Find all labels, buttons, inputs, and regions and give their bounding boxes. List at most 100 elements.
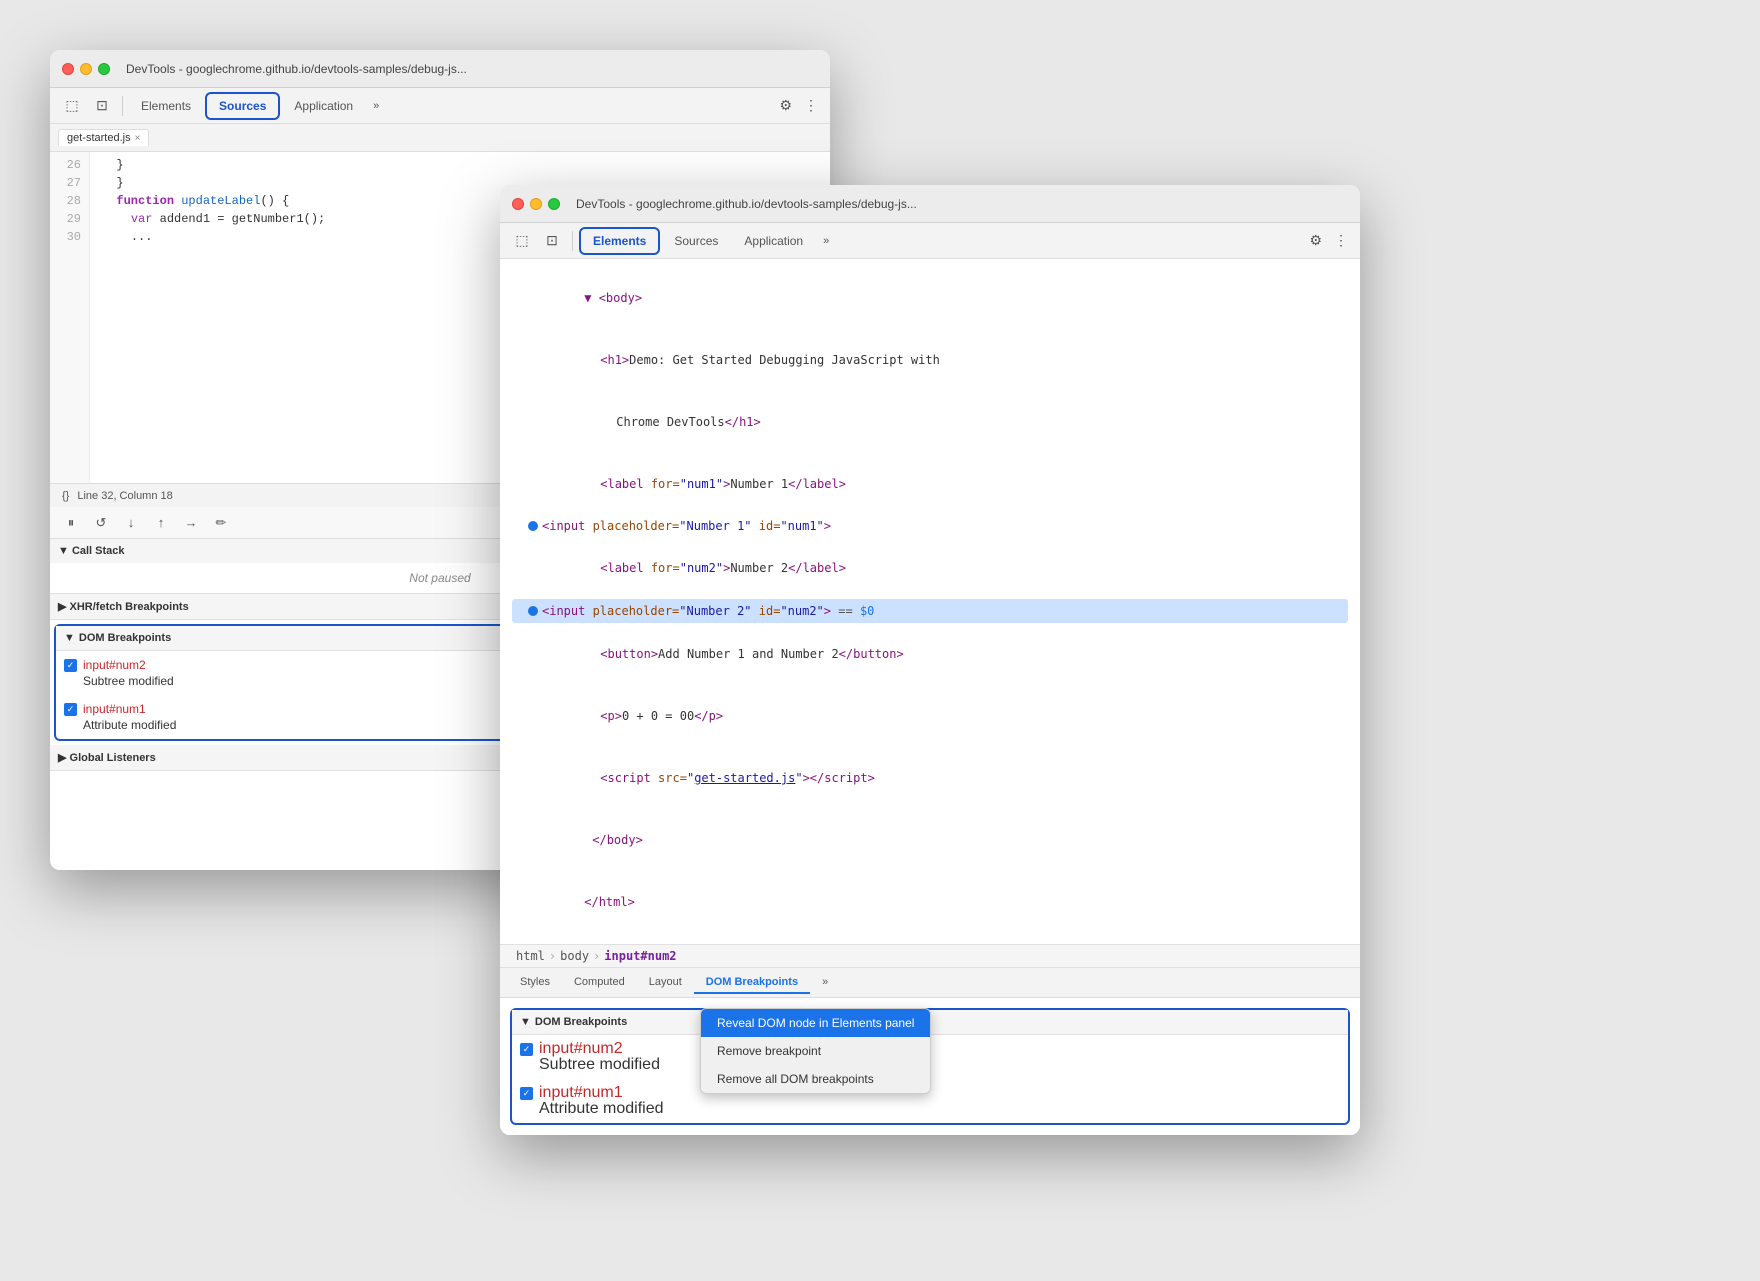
main-content-front: ▼ <body> <h1>Demo: Get Started Debugging… — [500, 259, 1360, 1135]
tab-sources-front[interactable]: Sources — [662, 227, 730, 255]
html-tree-front: ▼ <body> <h1>Demo: Get Started Debugging… — [500, 259, 1360, 944]
bp-desc-bottom-1: Attribute modified — [539, 1101, 664, 1117]
context-menu-item-remove[interactable]: Remove breakpoint — [701, 1037, 930, 1065]
step-over-btn[interactable]: ↺ — [88, 510, 114, 536]
tab-dom-breakpoints[interactable]: DOM Breakpoints — [694, 972, 810, 994]
gear-icon-back[interactable]: ⚙ — [773, 93, 798, 118]
bp-desc-bottom-0: Subtree modified — [539, 1057, 660, 1073]
tab-more-bottom[interactable]: » — [810, 972, 840, 994]
step-btn[interactable]: → — [178, 510, 204, 536]
titlebar-front: DevTools - googlechrome.github.io/devtoo… — [500, 185, 1360, 223]
html-input-num2[interactable]: <input placeholder="Number 2" id="num2">… — [512, 599, 1348, 623]
bp-text-bottom-1: input#num1 Attribute modified — [539, 1085, 664, 1117]
inspect-icon-btn-front[interactable]: ⬚ — [508, 227, 536, 255]
context-menu-remove-all-label: Remove all DOM breakpoints — [717, 1072, 874, 1086]
breadcrumb-bar: html › body › input#num2 — [500, 944, 1360, 968]
tab-bar-back: ⬚ ⊡ Elements Sources Application » ⚙ ⋮ — [50, 88, 830, 124]
bp-selector-1-back: input#num1 — [83, 702, 146, 716]
maximize-traffic-light[interactable] — [98, 63, 110, 75]
dom-bp-arrow: ▼ — [64, 632, 75, 644]
breakpoint-dot-num1 — [528, 521, 538, 531]
html-button: <button>Add Number 1 and Number 2</butto… — [512, 623, 1348, 685]
maximize-traffic-light-front[interactable] — [548, 198, 560, 210]
breadcrumb-html[interactable]: html — [512, 949, 549, 963]
bp-checkbox-0-back[interactable]: ✓ — [64, 659, 77, 672]
context-menu-item-reveal[interactable]: Reveal DOM node in Elements panel — [701, 1009, 930, 1037]
html-close-body: </body> — [512, 809, 1348, 871]
not-paused-text: Not paused — [409, 571, 470, 585]
close-traffic-light-front[interactable] — [512, 198, 524, 210]
tab-layout[interactable]: Layout — [637, 972, 694, 994]
dom-bp-label-back: DOM Breakpoints — [79, 632, 171, 644]
file-tabs-back: get-started.js × — [50, 124, 830, 152]
context-menu: Reveal DOM node in Elements panel Remove… — [700, 1008, 931, 1094]
step-out-btn[interactable]: ↑ — [148, 510, 174, 536]
deactivate-btn[interactable]: ✏ — [208, 510, 234, 536]
inspect-icon-btn-back[interactable]: ⬚ — [58, 92, 86, 120]
context-menu-reveal-label: Reveal DOM node in Elements panel — [717, 1016, 914, 1030]
titlebar-back: DevTools - googlechrome.github.io/devtoo… — [50, 50, 830, 88]
html-input-num1: <input placeholder="Number 1" id="num1"> — [512, 515, 1348, 537]
dots-icon-back[interactable]: ⋮ — [800, 93, 822, 118]
bp-checkbox-1-back[interactable]: ✓ — [64, 703, 77, 716]
breadcrumb-body[interactable]: body — [556, 949, 593, 963]
global-listeners-label: ▶ Global Listeners — [58, 751, 156, 764]
bottom-tab-bar: Styles Computed Layout DOM Breakpoints » — [500, 968, 1360, 998]
bp-text-0-back: input#num2 Subtree modified — [83, 657, 174, 689]
bp-selector-bottom-0: input#num2 — [539, 1040, 623, 1057]
status-text-back: Line 32, Column 18 — [77, 490, 172, 502]
step-into-btn[interactable]: ↓ — [118, 510, 144, 536]
tab-elements-front[interactable]: Elements — [579, 227, 660, 255]
pause-btn[interactable]: ⏸ — [58, 510, 84, 536]
bp-selector-bottom-1: input#num1 — [539, 1084, 623, 1101]
bp-checkbox-bottom-1[interactable]: ✓ — [520, 1087, 533, 1100]
bp-text-bottom-0: input#num2 Subtree modified — [539, 1041, 660, 1073]
bp-checkbox-bottom-0[interactable]: ✓ — [520, 1043, 533, 1056]
traffic-lights-front — [512, 198, 560, 210]
file-tab-back[interactable]: get-started.js × — [58, 129, 149, 146]
html-h1-cont: Chrome DevTools</h1> — [512, 391, 1348, 453]
dom-bp-bottom-label: DOM Breakpoints — [535, 1016, 627, 1028]
html-p: <p>0 + 0 = 00</p> — [512, 685, 1348, 747]
html-h1: <h1>Demo: Get Started Debugging JavaScri… — [512, 329, 1348, 391]
dots-icon-front[interactable]: ⋮ — [1330, 228, 1352, 253]
tab-sources-back[interactable]: Sources — [205, 92, 280, 120]
minimize-traffic-light[interactable] — [80, 63, 92, 75]
close-traffic-light[interactable] — [62, 63, 74, 75]
html-body-tag: ▼ <body> — [512, 267, 1348, 329]
bp-selector-0-back: input#num2 — [83, 658, 146, 672]
tab-elements-back[interactable]: Elements — [129, 92, 203, 120]
context-menu-remove-label: Remove breakpoint — [717, 1044, 821, 1058]
traffic-lights-back — [62, 63, 110, 75]
xhr-label: ▶ XHR/fetch Breakpoints — [58, 600, 189, 613]
window-title-back: DevTools - googlechrome.github.io/devtoo… — [126, 62, 467, 76]
dom-bp-bottom-arrow: ▼ — [520, 1016, 531, 1028]
tab-bar-front: ⬚ ⊡ Elements Sources Application » ⚙ ⋮ — [500, 223, 1360, 259]
bp-desc-1-back: Attribute modified — [83, 717, 176, 733]
gear-icon-front[interactable]: ⚙ — [1303, 228, 1328, 253]
html-label-num2: <label for="num2">Number 2</label> — [512, 537, 1348, 599]
tab-more-front[interactable]: » — [817, 235, 835, 247]
file-tab-name-back: get-started.js — [67, 132, 131, 144]
html-close-html: </html> — [512, 871, 1348, 933]
tab-application-back[interactable]: Application — [282, 92, 365, 120]
file-tab-close-back[interactable]: × — [135, 133, 141, 144]
devtools-panel-front: ⬚ ⊡ Elements Sources Application » ⚙ ⋮ ▼… — [500, 223, 1360, 1135]
call-stack-label: ▼ Call Stack — [58, 545, 125, 557]
html-script: <script src="get-started.js"></script> — [512, 747, 1348, 809]
breakpoint-dot-num2 — [528, 606, 538, 616]
line-numbers-back: 26 27 28 29 30 — [50, 152, 90, 483]
device-icon-btn-back[interactable]: ⊡ — [88, 92, 116, 120]
device-icon-btn-front[interactable]: ⊡ — [538, 227, 566, 255]
tab-more-back[interactable]: » — [367, 100, 385, 112]
minimize-traffic-light-front[interactable] — [530, 198, 542, 210]
bp-text-1-back: input#num1 Attribute modified — [83, 701, 176, 733]
bp-desc-0-back: Subtree modified — [83, 673, 174, 689]
tab-separator-front — [572, 231, 573, 251]
tab-application-front[interactable]: Application — [732, 227, 815, 255]
tab-computed[interactable]: Computed — [562, 972, 637, 994]
context-menu-item-remove-all[interactable]: Remove all DOM breakpoints — [701, 1065, 930, 1093]
breadcrumb-input-num2[interactable]: input#num2 — [600, 949, 680, 963]
code-line-26: } — [102, 156, 818, 174]
tab-styles[interactable]: Styles — [508, 972, 562, 994]
